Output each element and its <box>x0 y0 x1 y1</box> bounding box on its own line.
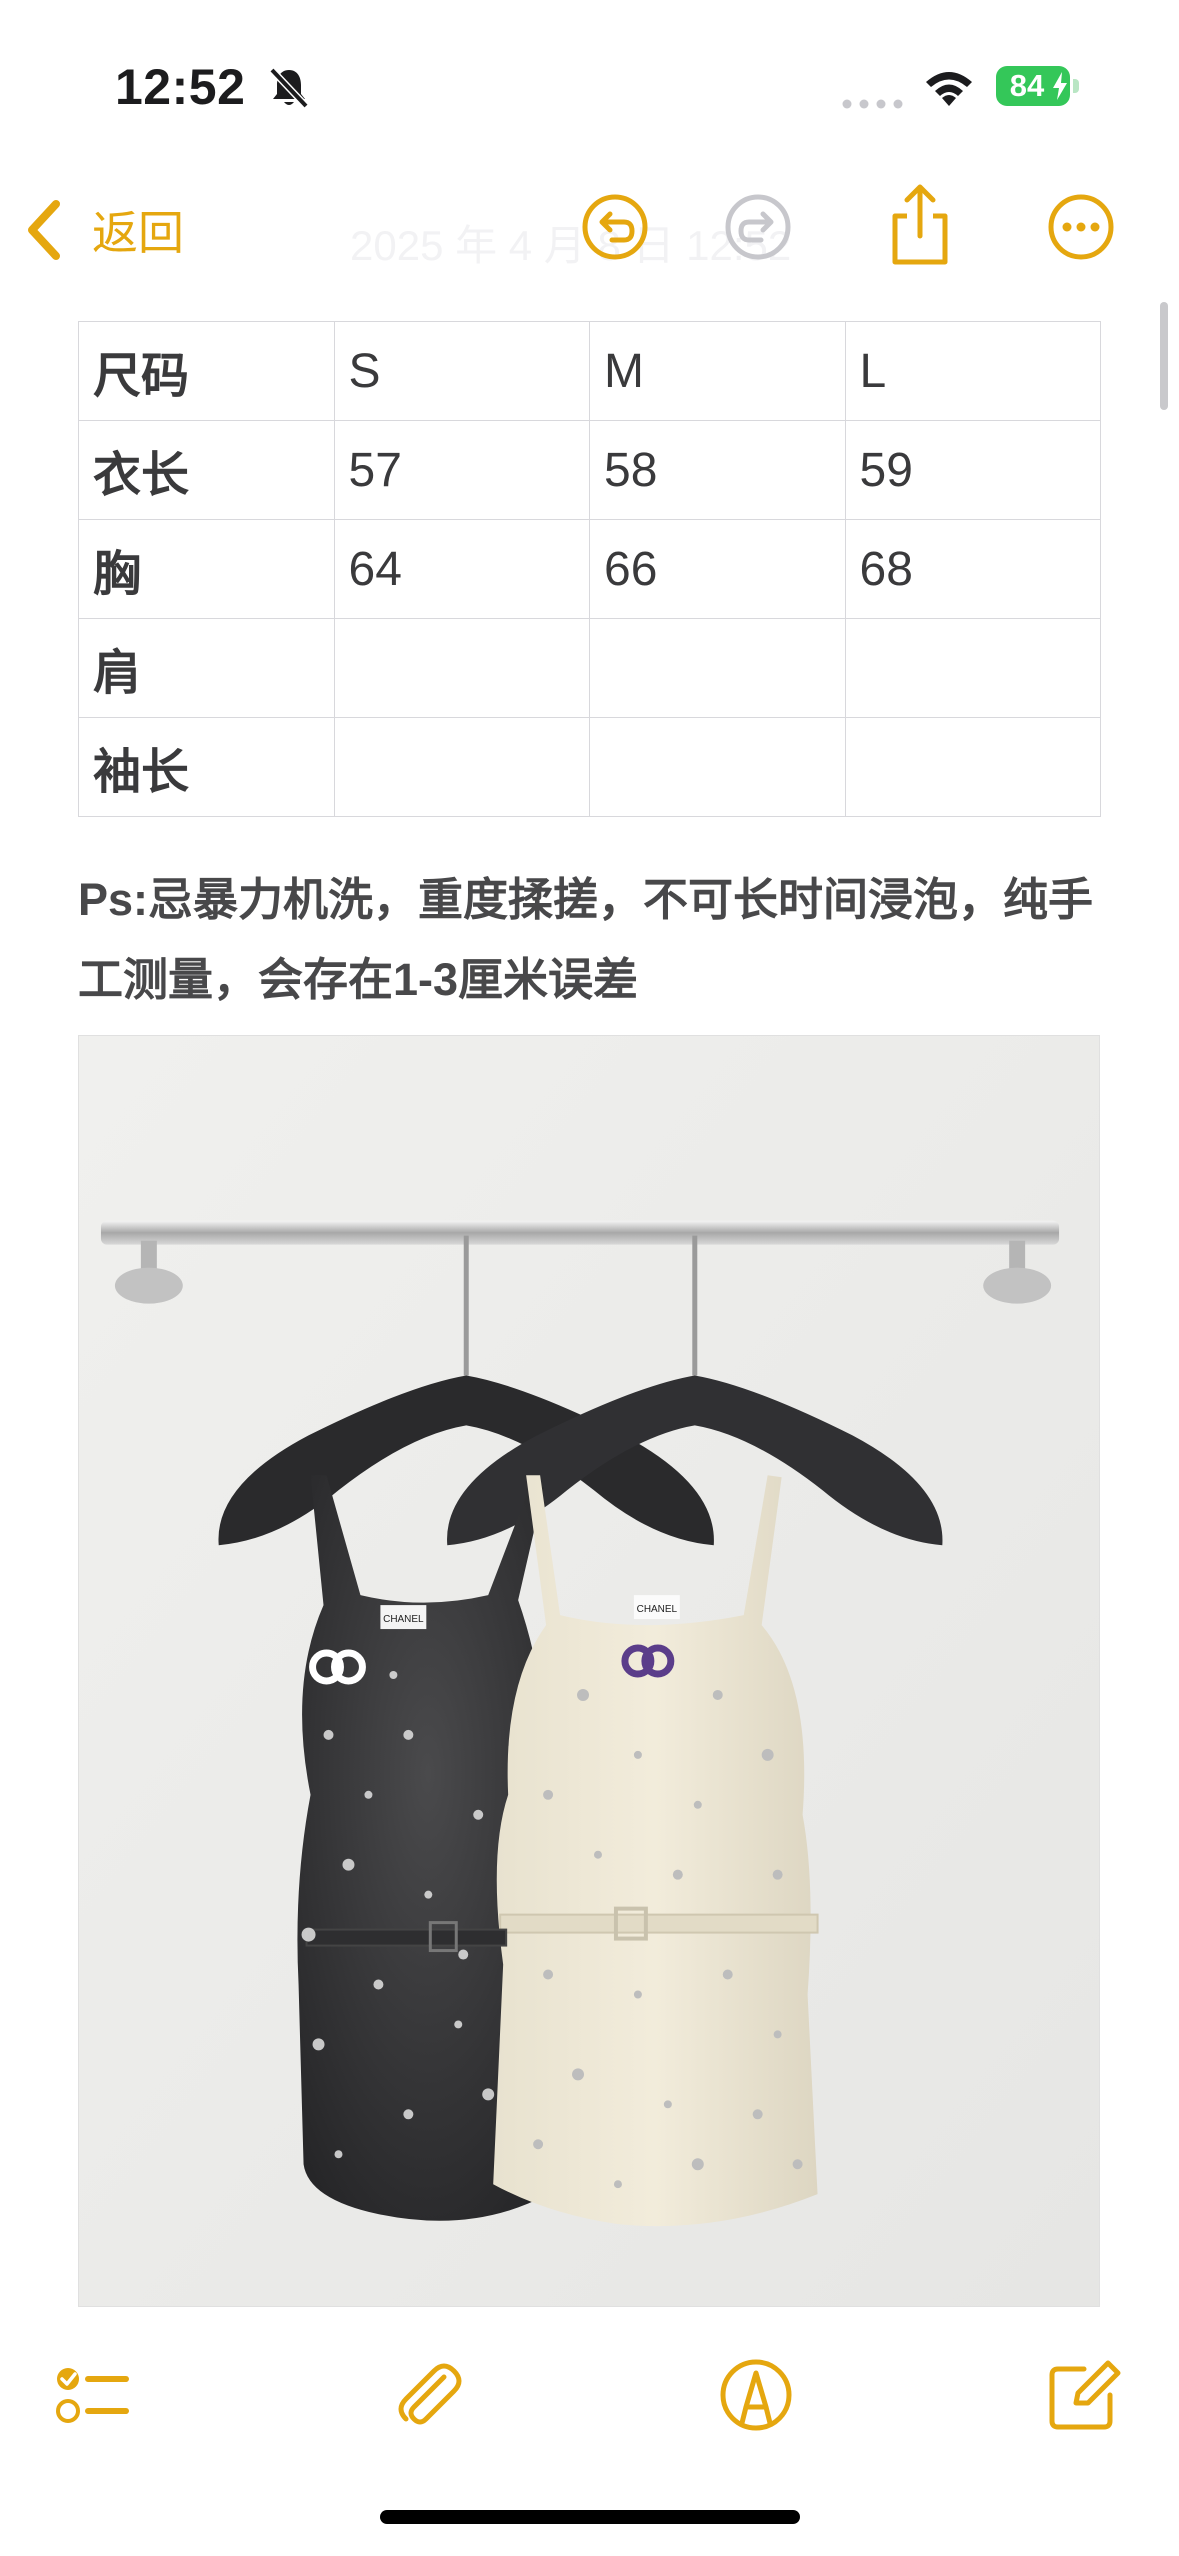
table-cell[interactable]: 57 <box>333 420 590 520</box>
status-time: 12:52 <box>115 59 246 115</box>
table-row: 衣长 57 58 59 <box>78 420 1101 520</box>
wifi-icon <box>922 66 976 108</box>
table-cell[interactable]: 肩 <box>78 618 335 718</box>
battery-level: 84 <box>1009 68 1045 103</box>
back-label: 返回 <box>92 207 184 259</box>
table-cell[interactable]: 64 <box>333 519 590 619</box>
table-cell[interactable] <box>589 618 846 718</box>
table-cell[interactable]: 衣长 <box>78 420 335 520</box>
table-cell[interactable] <box>589 717 846 817</box>
battery-charging-icon: 84 <box>996 66 1080 106</box>
bell-slash-icon <box>268 66 310 110</box>
home-indicator[interactable] <box>380 2510 800 2524</box>
undo-icon[interactable] <box>580 192 650 262</box>
table-cell[interactable]: S <box>333 321 590 421</box>
garment-label-right: CHANEL <box>637 1604 678 1615</box>
redo-icon[interactable] <box>723 192 793 262</box>
size-table[interactable]: 尺码 S M L 衣长 57 58 59 胸 64 66 68 肩 袖长 <box>78 321 1101 817</box>
table-cell[interactable] <box>333 717 590 817</box>
scroll-indicator[interactable] <box>1160 302 1168 410</box>
markup-pen-icon[interactable] <box>716 2355 796 2435</box>
table-cell[interactable]: 68 <box>844 519 1101 619</box>
note-body-text[interactable]: Ps:忌暴力机洗，重度揉搓，不可长时间浸泡，纯手工测量，会存在1-3厘米误差 <box>78 860 1108 1020</box>
table-cell[interactable] <box>333 618 590 718</box>
nav-bar: 返回 2025 年 4 月 8 日 12:52 <box>0 170 1179 290</box>
back-button[interactable]: 返回 <box>24 188 184 272</box>
table-cell[interactable]: M <box>589 321 846 421</box>
bottom-toolbar <box>0 2330 1179 2460</box>
signal-icon <box>842 96 906 109</box>
paperclip-icon[interactable] <box>388 2355 468 2435</box>
product-photo[interactable]: CHANEL CHANEL <box>78 1035 1100 2307</box>
chevron-left-icon <box>28 200 60 260</box>
compose-icon[interactable] <box>1044 2355 1124 2435</box>
table-cell[interactable]: 66 <box>589 519 846 619</box>
table-cell[interactable]: 58 <box>589 420 846 520</box>
table-row: 袖长 <box>78 717 1101 817</box>
table-cell[interactable]: 尺码 <box>78 321 335 421</box>
table-row: 胸 64 66 68 <box>78 519 1101 619</box>
table-cell[interactable]: L <box>844 321 1101 421</box>
table-cell[interactable]: 59 <box>844 420 1101 520</box>
table-cell[interactable] <box>844 618 1101 718</box>
table-cell[interactable]: 胸 <box>78 519 335 619</box>
table-header-row: 尺码 S M L <box>78 321 1101 421</box>
table-row: 肩 <box>78 618 1101 718</box>
table-cell[interactable] <box>844 717 1101 817</box>
more-icon[interactable] <box>1046 192 1116 262</box>
status-bar: 12:52 84 <box>0 0 1179 150</box>
table-cell[interactable]: 袖长 <box>78 717 335 817</box>
share-icon[interactable] <box>885 182 955 266</box>
garment-label-left: CHANEL <box>383 1614 424 1625</box>
checklist-icon[interactable] <box>52 2355 132 2435</box>
